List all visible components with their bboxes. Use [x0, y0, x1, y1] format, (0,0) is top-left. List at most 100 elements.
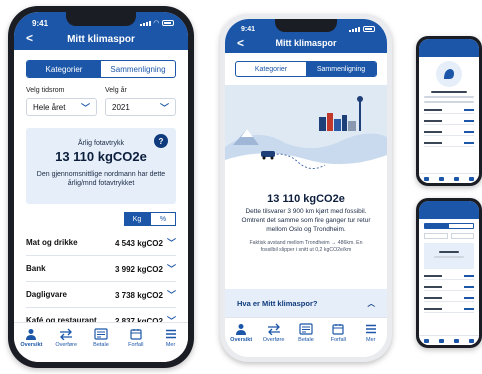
page-title: Mitt klimaspor [67, 33, 135, 45]
list-item[interactable] [424, 140, 474, 147]
faq-accordion[interactable]: Hva er Mitt klimaspor? ︿ [225, 289, 387, 317]
category-row[interactable]: Bank 3 992 kgCO2 ﹀ [26, 256, 176, 282]
invoice-icon [94, 328, 108, 340]
category-value: 4 543 kgCO2 [114, 239, 163, 248]
text-placeholder [424, 101, 474, 103]
chevron-down-icon: ﹀ [159, 102, 169, 113]
tab-oversikt[interactable]: Oversikt [16, 328, 46, 348]
tab-kategorier[interactable]: Kategorier [27, 61, 101, 77]
year-selector: Velg år 2021 ﹀ [105, 87, 176, 116]
list-item[interactable] [424, 295, 474, 302]
tab-label: Forfall [330, 337, 346, 343]
help-icon[interactable]: ? [154, 134, 168, 148]
invoice-icon[interactable] [454, 338, 459, 343]
phone-categories-thumbnail [416, 198, 482, 348]
tab-label: Betale [93, 342, 109, 348]
calendar-icon[interactable] [469, 338, 474, 343]
title-bar: < Mitt klimaspor [225, 33, 387, 53]
phone-screen [419, 201, 479, 345]
tab-overfore[interactable]: Overføre [259, 323, 289, 343]
faq-title: Hva er Mitt klimaspor? [237, 298, 318, 308]
text-placeholder [431, 91, 467, 93]
tab-forfall[interactable]: Forfall [121, 328, 151, 348]
list-item[interactable] [424, 284, 474, 291]
filter-row: Velg tidsrom Hele året ﹀ Velg år 2021 ﹀ [26, 87, 176, 116]
chevron-down-icon: ﹀ [166, 290, 176, 300]
tab-betale[interactable]: Betale [291, 323, 321, 343]
unit-toggle: Kg % [26, 212, 176, 226]
comparison-total: 13 110 kgCO2e [267, 193, 345, 205]
period-value: Hele året [33, 102, 66, 112]
tab-forfall[interactable]: Forfall [323, 323, 353, 343]
phone-comparison: 9:41 < Mitt klimaspor Kategorier Sammenl… [220, 14, 392, 362]
summary-total: 13 110 kgCO2e [55, 149, 147, 164]
transfer-icon[interactable] [439, 338, 444, 343]
calendar-icon[interactable] [469, 176, 474, 181]
tab-sammenligning[interactable]: Sammenligning [306, 62, 376, 76]
bottom-tab-bar: Oversikt Overføre Betale Forfall Mer [225, 317, 387, 357]
phone-categories: 9:41 ◠ < Mitt klimaspor Kategorier Samme… [8, 6, 194, 368]
footprint-illustration [436, 61, 462, 87]
transfer-icon [267, 323, 281, 335]
tab-label: Forfall [128, 342, 144, 348]
tab-sammenligning[interactable]: Sammenligning [101, 61, 175, 77]
unit-percent-button[interactable]: % [150, 212, 176, 226]
signal-icon [139, 20, 151, 26]
comparison-description: Dette tilsvarer 3 900 km kjørt med fossi… [241, 208, 371, 233]
list-item[interactable] [424, 273, 474, 280]
category-value: 3 992 kgCO2 [114, 265, 163, 274]
back-chevron-icon[interactable]: < [26, 31, 33, 45]
period-dropdown[interactable]: Hele året ﹀ [26, 98, 97, 116]
chevron-down-icon: ﹀ [166, 238, 176, 248]
period-label: Velg tidsrom [26, 87, 65, 94]
invoice-icon[interactable] [454, 176, 459, 181]
year-dropdown[interactable]: 2021 ﹀ [105, 98, 176, 116]
status-icons: ◠ [139, 19, 174, 27]
phone-intro-thumbnail [416, 36, 482, 186]
year-label: Velg år [105, 87, 127, 94]
list-item[interactable] [424, 306, 474, 313]
back-chevron-icon[interactable]: < [237, 36, 244, 50]
phone-screen [419, 39, 479, 183]
list-item[interactable] [424, 118, 474, 125]
bottom-tab-bar: Oversikt Overføre Betale Forfall Mer [14, 322, 188, 362]
period-dropdown[interactable] [424, 233, 448, 239]
unit-kg-button[interactable]: Kg [124, 212, 150, 226]
list-item[interactable] [424, 129, 474, 136]
tab-overfore[interactable]: Overføre [51, 328, 81, 348]
tab-label: Oversikt [230, 337, 253, 343]
phone-notch [275, 19, 337, 32]
list-item[interactable] [424, 107, 474, 114]
bottom-tab-bar [419, 335, 479, 345]
tab-betale[interactable]: Betale [86, 328, 116, 348]
person-icon[interactable] [424, 338, 429, 343]
battery-icon [162, 20, 174, 26]
invoice-icon [299, 323, 313, 335]
menu-icon [364, 323, 378, 335]
page-title: Mitt klimaspor [275, 38, 337, 48]
category-row[interactable]: Mat og drikke 4 543 kgCO2 ﹀ [26, 230, 176, 256]
battery-icon [363, 26, 375, 32]
person-icon[interactable] [424, 176, 429, 181]
wifi-icon: ◠ [153, 20, 159, 27]
segmented-control: Kategorier Sammenligning [235, 61, 377, 77]
menu-icon [164, 328, 178, 340]
person-icon [24, 328, 38, 340]
tab-oversikt[interactable]: Oversikt [226, 323, 256, 343]
tab-kategorier[interactable]: Kategorier [236, 62, 306, 76]
segmented-control: Kategorier Sammenligning [26, 60, 176, 78]
tab-mer[interactable]: Mer [156, 328, 186, 348]
tab-mer[interactable]: Mer [356, 323, 386, 343]
category-name: Mat og drikke [26, 238, 78, 247]
footprint-summary-card: ? Årlig fotavtrykk 13 110 kgCO2e Den gje… [26, 128, 176, 204]
year-dropdown[interactable] [450, 233, 474, 239]
phone-screen: 9:41 ◠ < Mitt klimaspor Kategorier Samme… [14, 12, 188, 362]
category-name: Dagligvare [26, 290, 67, 299]
phone-notch [66, 12, 136, 26]
landscape-illustration [225, 85, 387, 185]
transfer-icon[interactable] [439, 176, 444, 181]
category-value: 3 738 kgCO2 [114, 291, 163, 300]
title-bar: < Mitt klimaspor [14, 28, 188, 50]
category-row[interactable]: Dagligvare 3 738 kgCO2 ﹀ [26, 282, 176, 308]
transfer-icon [59, 328, 73, 340]
